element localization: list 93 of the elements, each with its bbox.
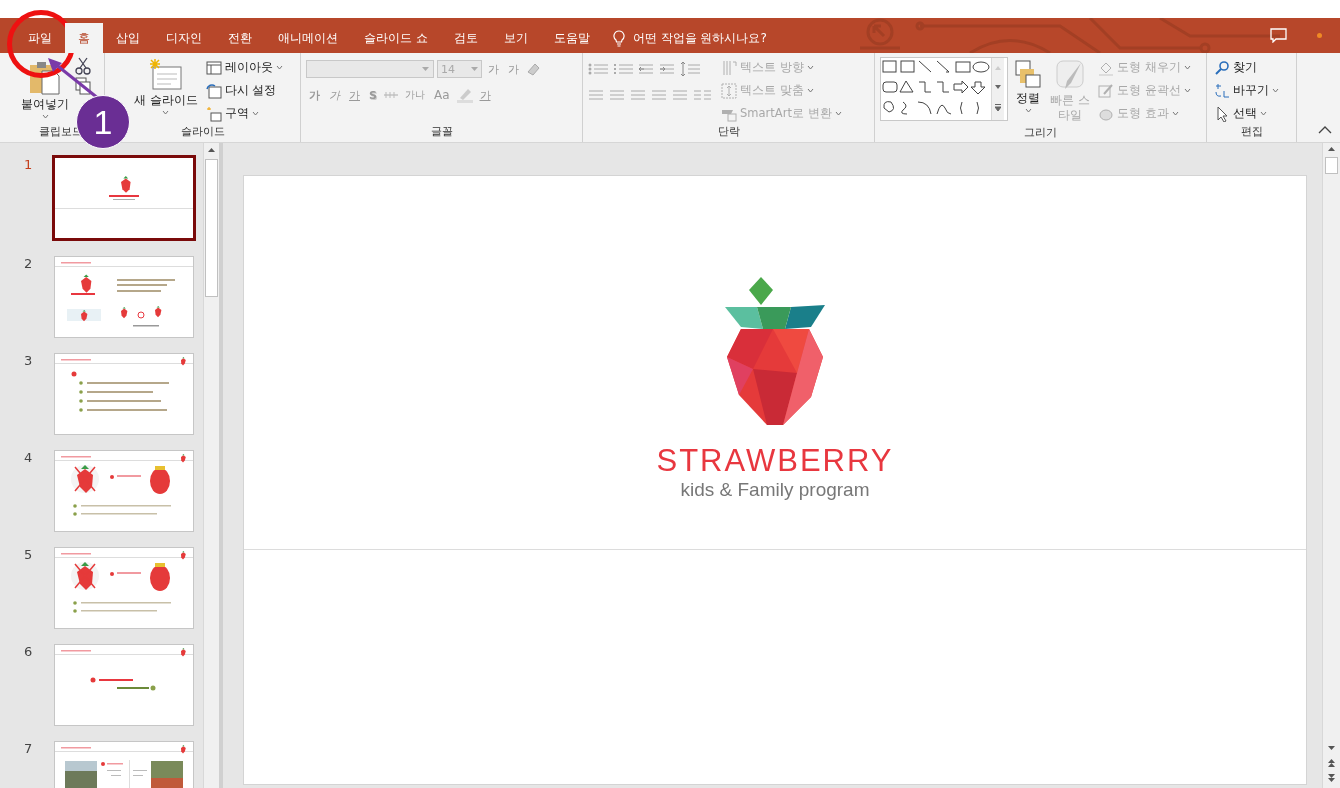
group-label: 편집 xyxy=(1239,124,1264,140)
slide-title: STRAWBERRY xyxy=(656,443,894,479)
cursor-icon xyxy=(1214,105,1230,122)
ribbon-tab[interactable]: 파일 xyxy=(15,23,65,53)
caret-icon xyxy=(275,65,283,70)
previous-slide-icon[interactable] xyxy=(1325,757,1338,769)
clipboard-icon xyxy=(28,59,62,95)
dropdown-arrow-icon xyxy=(471,67,478,71)
caret-icon xyxy=(1024,108,1032,113)
next-slide-icon[interactable] xyxy=(1325,772,1338,784)
notification-dot xyxy=(1317,33,1322,38)
scroll-thumb[interactable] xyxy=(1325,157,1338,174)
arrange-button[interactable]: 정렬 xyxy=(1012,57,1044,125)
group-label: 슬라이드 xyxy=(179,124,226,140)
caret-icon xyxy=(1183,88,1191,93)
caret-icon xyxy=(1260,111,1267,116)
ribbon-button[interactable]: 찾기 xyxy=(1212,57,1281,78)
ribbon-tab[interactable]: 슬라이드 쇼 xyxy=(351,23,441,53)
caret-icon xyxy=(806,88,814,93)
ribbon-tab[interactable]: 검토 xyxy=(440,23,491,53)
slide-number: 4 xyxy=(23,450,34,465)
group-label: 그리기 xyxy=(1023,125,1058,141)
section-icon xyxy=(205,105,222,122)
decrease-indent-icon[interactable] xyxy=(638,62,656,76)
slide-number: 2 xyxy=(23,256,34,271)
scroll-up-icon xyxy=(995,65,1001,70)
caret-icon xyxy=(1272,88,1279,93)
justify-icon[interactable] xyxy=(651,88,669,102)
caret-icon xyxy=(41,114,49,119)
new-slide-icon xyxy=(148,59,183,91)
slide-number: 6 xyxy=(23,644,34,659)
align-center-icon[interactable] xyxy=(609,88,627,102)
pencil-icon xyxy=(1098,82,1114,99)
bullets-icon[interactable] xyxy=(588,62,610,76)
ribbon-tab[interactable]: 디자인 xyxy=(153,23,215,53)
ribbon-button[interactable]: 레이아웃 xyxy=(203,57,285,78)
ribbon-button[interactable]: 다시 설정 xyxy=(203,80,285,101)
slide-subtitle: kids & Family program xyxy=(680,479,870,501)
arrange-icon xyxy=(1014,59,1042,89)
lightbulb-icon xyxy=(612,29,625,47)
gallery-scrollbar[interactable] xyxy=(991,58,1004,120)
comment-icon[interactable] xyxy=(1270,28,1287,43)
collapse-ribbon-icon[interactable] xyxy=(1318,125,1332,134)
ribbon-tab[interactable]: 도움말 xyxy=(540,23,603,53)
eraser-icon[interactable] xyxy=(525,61,541,77)
slide-number: 7 xyxy=(23,741,34,756)
copy-icon[interactable] xyxy=(75,77,91,95)
slide-number: 5 xyxy=(23,547,34,562)
caret-icon xyxy=(834,111,842,116)
slide-scrollbar[interactable] xyxy=(1322,143,1340,788)
brush-icon xyxy=(1055,59,1085,91)
align-text-icon xyxy=(721,82,737,99)
caret-icon xyxy=(1183,65,1191,70)
ribbon-tab[interactable]: 홈 xyxy=(65,23,103,53)
ribbon-button[interactable]: 선택 xyxy=(1212,103,1281,124)
caret-icon xyxy=(251,111,259,116)
caret-icon xyxy=(1171,111,1179,116)
ribbon-tab[interactable]: 애니메이션 xyxy=(265,23,351,53)
replace-icon xyxy=(1214,82,1230,99)
slide-thumbnail[interactable] xyxy=(52,155,196,241)
font-name-field[interactable] xyxy=(306,60,434,78)
dropdown-arrow-icon xyxy=(422,67,429,71)
slide-number: 1 xyxy=(23,157,34,172)
distribute-icon[interactable] xyxy=(672,88,690,102)
thumbnail-scrollbar[interactable] xyxy=(203,143,219,788)
highlighter-icon[interactable] xyxy=(455,87,474,103)
text-direction-icon xyxy=(721,59,737,76)
scissors-icon[interactable] xyxy=(75,57,91,75)
strikethrough-icon[interactable] xyxy=(382,89,399,101)
group-label: 글꼴 xyxy=(429,124,454,140)
line-spacing-icon[interactable] xyxy=(680,61,702,77)
search-icon xyxy=(1214,59,1230,76)
numbering-icon[interactable] xyxy=(613,62,635,76)
reset-icon xyxy=(205,82,222,99)
scroll-thumb[interactable] xyxy=(205,159,218,297)
increase-indent-icon[interactable] xyxy=(659,62,677,76)
ribbon-tab[interactable]: 삽입 xyxy=(103,23,153,53)
group-label: 단락 xyxy=(716,124,741,140)
ribbon-button[interactable]: 바꾸기 xyxy=(1212,80,1281,101)
tell-me-search[interactable]: 어떤 작업을 원하시나요? xyxy=(632,29,767,47)
more-icon xyxy=(995,104,1001,113)
ribbon-tab[interactable]: 전환 xyxy=(215,23,265,53)
new-slide-button[interactable]: 새 슬라이드 xyxy=(132,57,200,124)
align-left-icon[interactable] xyxy=(588,88,606,102)
caret-icon xyxy=(162,110,170,115)
scroll-down-icon xyxy=(995,85,1001,89)
ribbon-tab[interactable]: 보기 xyxy=(490,23,541,53)
align-right-icon[interactable] xyxy=(630,88,648,102)
shapes-gallery[interactable] xyxy=(880,57,1008,121)
ribbon-button[interactable]: 구역 xyxy=(203,103,285,124)
layout-icon xyxy=(205,59,222,76)
slide-number: 3 xyxy=(23,353,34,368)
caret-icon xyxy=(806,65,814,70)
